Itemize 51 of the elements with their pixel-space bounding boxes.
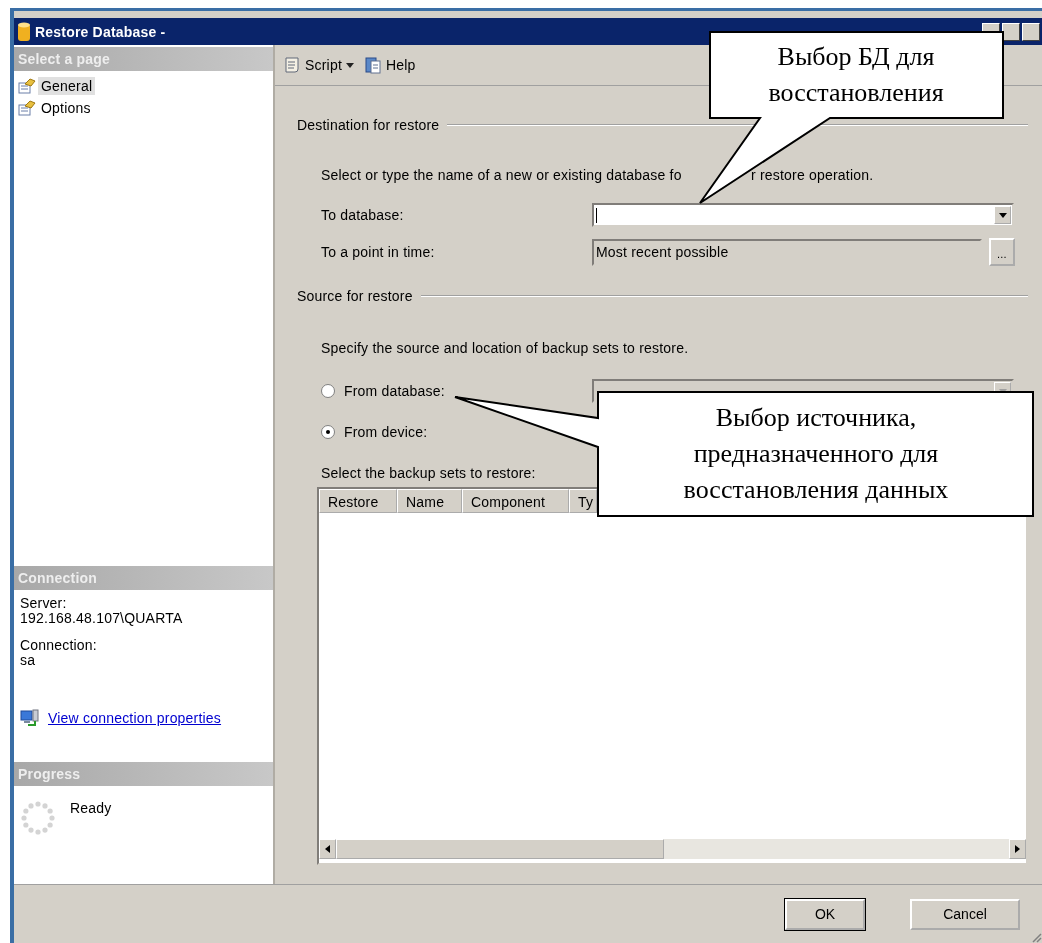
window-title: Restore Database - [35, 23, 166, 40]
field-label: To a point in time: [321, 244, 436, 260]
caret-icon [346, 62, 354, 68]
radio-button[interactable] [321, 425, 335, 439]
radio-label: From database: [344, 383, 445, 399]
section-header: Connection [14, 566, 273, 590]
callout-text: Выбор источника, предназначенного для восстановления данных [682, 402, 950, 506]
connection-label: Connection: [20, 638, 98, 653]
column-header[interactable]: Restore [319, 489, 397, 513]
page-icon [18, 78, 36, 94]
spinner-icon [20, 800, 56, 836]
page-icon [18, 100, 36, 116]
radio-label: From device: [344, 424, 428, 440]
right-arrow-icon [1015, 845, 1020, 853]
ok-button[interactable]: OK [785, 898, 865, 930]
group-heading: Source for restore [297, 288, 413, 304]
description-text: Select or type the name of a new or existing database fo [321, 167, 683, 183]
document-icon [364, 56, 382, 74]
database-combo-box[interactable] [592, 203, 1014, 227]
column-header[interactable]: Name [397, 489, 462, 513]
section-header: Progress [14, 762, 273, 786]
maximize-button[interactable] [1002, 22, 1020, 41]
radio-button[interactable] [321, 384, 335, 398]
callout-text: Выбор БД для восстановления [767, 41, 945, 109]
connection-user: sa [20, 653, 37, 668]
browse-button[interactable]: ... [989, 238, 1015, 266]
close-button[interactable] [1022, 22, 1040, 41]
computer-icon [20, 709, 40, 727]
progress-status: Ready [70, 800, 112, 816]
cancel-button[interactable]: Cancel [910, 898, 1020, 930]
resize-grip-icon [1030, 931, 1042, 943]
point-in-time-field[interactable]: Most recent possible [592, 238, 982, 266]
connection-properties-link[interactable]: View connection properties [48, 710, 222, 726]
description-text: Specify the source and location of backup sets to restore. [321, 339, 690, 358]
group-heading: Destination for restore [297, 117, 440, 133]
left-arrow-icon [325, 845, 330, 853]
field-label: To database: [321, 207, 405, 223]
database-icon [18, 21, 30, 42]
scroll-icon [283, 56, 301, 74]
description-text: r restore operation. [751, 167, 874, 183]
help-button[interactable]: Help [364, 56, 416, 74]
server-label: Server: [20, 596, 68, 611]
section-header: Select a page [14, 47, 273, 71]
sidebar-item[interactable]: Options [38, 99, 94, 117]
horizontal-scrollbar[interactable] [319, 839, 1026, 859]
sidebar-item[interactable]: General [38, 77, 96, 95]
backup-sets-label: Select the backup sets to restore: [321, 464, 537, 483]
server-name: 192.168.48.107\QUARTA [20, 611, 184, 626]
column-header[interactable]: Component [462, 489, 569, 513]
script-dropdown[interactable]: Script [283, 56, 354, 74]
column-header[interactable]: Ty [569, 489, 597, 513]
